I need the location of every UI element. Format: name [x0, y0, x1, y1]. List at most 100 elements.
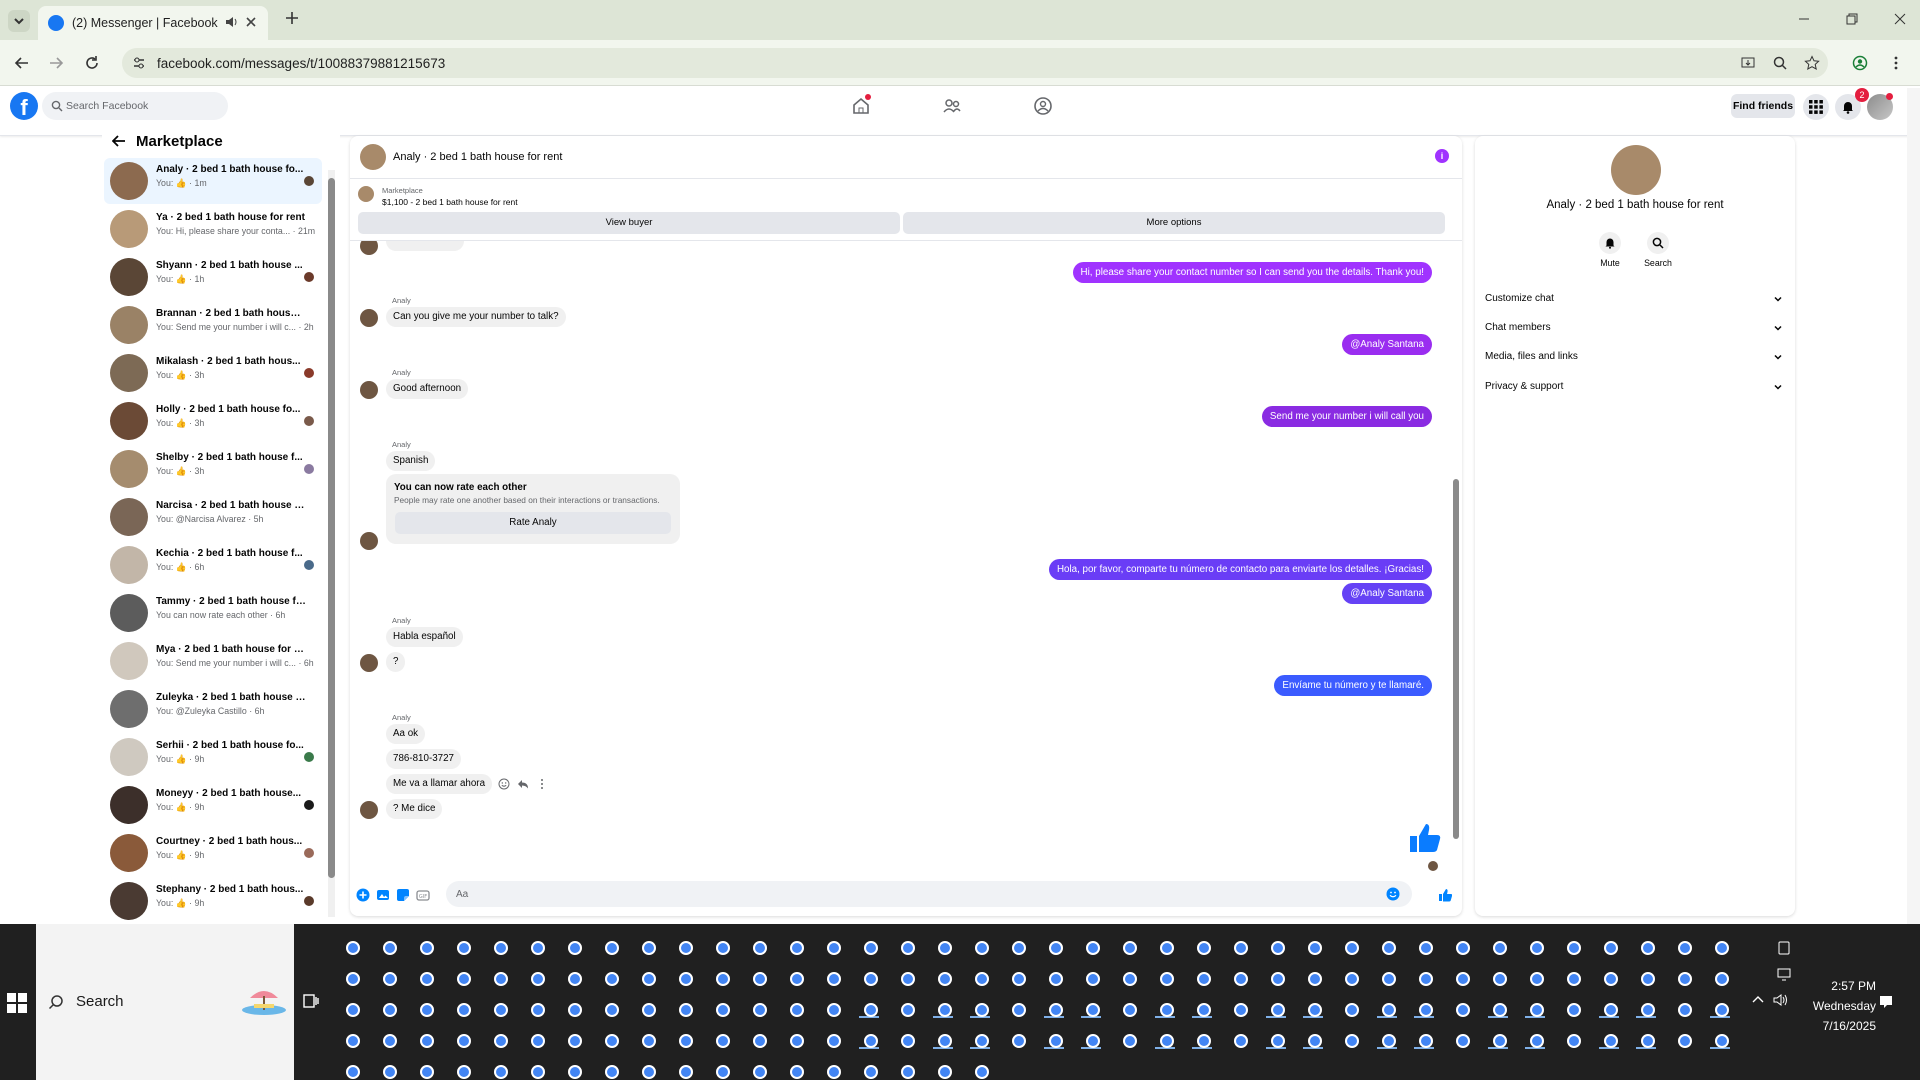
chrome-taskbar-icon[interactable] — [1451, 998, 1471, 1018]
chrome-taskbar-icon[interactable] — [1451, 936, 1471, 956]
chrome-taskbar-icon[interactable] — [1488, 936, 1508, 956]
chrome-taskbar-icon[interactable] — [970, 1029, 990, 1049]
chrome-taskbar-icon[interactable] — [378, 998, 398, 1018]
conversation-item[interactable]: Tammy · 2 bed 1 bath house for... You can… — [104, 590, 322, 636]
reload-icon[interactable] — [84, 55, 100, 71]
chrome-taskbar-icon[interactable] — [415, 936, 435, 956]
close-window-icon[interactable] — [1893, 12, 1907, 26]
chrome-taskbar-icon[interactable] — [1303, 967, 1323, 987]
chrome-taskbar-icon[interactable] — [970, 998, 990, 1018]
facebook-logo[interactable]: f — [10, 92, 38, 120]
conversation-item[interactable]: Zuleyka · 2 bed 1 bath house fo... You: @… — [104, 686, 322, 732]
back-icon[interactable] — [14, 55, 30, 71]
chrome-taskbar-icon[interactable] — [452, 1060, 472, 1080]
chrome-taskbar-icon[interactable] — [674, 998, 694, 1018]
chrome-taskbar-icon[interactable] — [1525, 998, 1545, 1018]
chat-scrollbar-thumb[interactable] — [1453, 479, 1459, 839]
chrome-taskbar-icon[interactable] — [1414, 998, 1434, 1018]
chrome-taskbar-icon[interactable] — [1081, 967, 1101, 987]
chrome-taskbar-icon[interactable] — [859, 1029, 879, 1049]
chrome-taskbar-icon[interactable] — [600, 967, 620, 987]
chrome-taskbar-icon[interactable] — [1451, 1029, 1471, 1049]
chrome-taskbar-icon[interactable] — [378, 967, 398, 987]
chrome-taskbar-icon[interactable] — [822, 1029, 842, 1049]
chrome-taskbar-icon[interactable] — [378, 936, 398, 956]
chrome-taskbar-icon[interactable] — [637, 998, 657, 1018]
chrome-taskbar-icon[interactable] — [1266, 1029, 1286, 1049]
more-options-button[interactable]: More options — [903, 212, 1445, 234]
chrome-taskbar-icon[interactable] — [1266, 936, 1286, 956]
chrome-taskbar-icon[interactable] — [1044, 936, 1064, 956]
forward-icon[interactable] — [48, 55, 64, 71]
chrome-taskbar-icon[interactable] — [1044, 998, 1064, 1018]
chrome-taskbar-icon[interactable] — [859, 936, 879, 956]
chrome-taskbar-icon[interactable] — [785, 1060, 805, 1080]
chrome-taskbar-icon[interactable] — [526, 1060, 546, 1080]
chrome-taskbar-icon[interactable] — [1673, 1029, 1693, 1049]
url-field[interactable]: facebook.com/messages/t/1008837988121567… — [122, 48, 1828, 78]
chrome-taskbar-icon[interactable] — [1636, 998, 1656, 1018]
chrome-taskbar-icon[interactable] — [1377, 998, 1397, 1018]
chrome-taskbar-icon[interactable] — [1007, 998, 1027, 1018]
chrome-taskbar-icon[interactable] — [415, 998, 435, 1018]
rate-analy-button[interactable]: Rate Analy — [395, 512, 671, 534]
chrome-taskbar-icon[interactable] — [1710, 1029, 1730, 1049]
conversation-item[interactable]: Narcisa · 2 bed 1 bath house fo... You: @… — [104, 494, 322, 540]
chrome-taskbar-icon[interactable] — [563, 1060, 583, 1080]
minimize-icon[interactable] — [1797, 12, 1811, 26]
conversation-item[interactable]: Brannan · 2 bed 1 bath house f... You: Se… — [104, 302, 322, 348]
conversation-item[interactable]: Serhii · 2 bed 1 bath house fo... You: 👍 … — [104, 734, 322, 780]
view-buyer-button[interactable]: View buyer — [358, 212, 900, 234]
chrome-taskbar-icon[interactable] — [822, 936, 842, 956]
chrome-taskbar-icon[interactable] — [1340, 998, 1360, 1018]
chrome-taskbar-icon[interactable] — [1562, 967, 1582, 987]
chrome-taskbar-icon[interactable] — [1303, 998, 1323, 1018]
chrome-taskbar-icon[interactable] — [489, 1060, 509, 1080]
chrome-taskbar-icon[interactable] — [1451, 967, 1471, 987]
chrome-taskbar-icon[interactable] — [378, 1060, 398, 1080]
chrome-taskbar-icon[interactable] — [711, 1060, 731, 1080]
chrome-taskbar-icon[interactable] — [1303, 1029, 1323, 1049]
chrome-taskbar-icon[interactable] — [600, 936, 620, 956]
chrome-taskbar-icon[interactable] — [1044, 1029, 1064, 1049]
conversation-item[interactable]: Moneyy · 2 bed 1 bath house... You: 👍 · 9… — [104, 782, 322, 828]
chrome-taskbar-icon[interactable] — [1118, 998, 1138, 1018]
chrome-taskbar-icon[interactable] — [1192, 967, 1212, 987]
chrome-taskbar-icon[interactable] — [970, 1060, 990, 1080]
chat-title[interactable]: Analy · 2 bed 1 bath house for rent — [393, 151, 562, 163]
menu-button[interactable] — [1803, 94, 1829, 120]
chrome-taskbar-icon[interactable] — [1488, 967, 1508, 987]
chrome-taskbar-icon[interactable] — [600, 1029, 620, 1049]
message-input[interactable]: Aa — [446, 881, 1412, 907]
page-scrollbar[interactable] — [1907, 88, 1920, 924]
chrome-taskbar-icon[interactable] — [711, 967, 731, 987]
chrome-taskbar-icon[interactable] — [1303, 936, 1323, 956]
search-in-conversation-button[interactable]: Search — [1628, 232, 1688, 268]
privacy-support-section[interactable]: Privacy & support — [1485, 377, 1785, 399]
chevron-up-icon[interactable] — [1750, 992, 1766, 1008]
chrome-taskbar-icon[interactable] — [526, 967, 546, 987]
install-app-icon[interactable] — [1740, 55, 1756, 71]
chrome-taskbar-icon[interactable] — [1636, 1029, 1656, 1049]
chrome-taskbar-icon[interactable] — [341, 936, 361, 956]
chrome-taskbar-icon[interactable] — [1155, 967, 1175, 987]
chrome-taskbar-icon[interactable] — [1599, 967, 1619, 987]
chrome-taskbar-icon[interactable] — [452, 998, 472, 1018]
chrome-taskbar-icon[interactable] — [1488, 998, 1508, 1018]
chrome-taskbar-icon[interactable] — [711, 936, 731, 956]
chrome-taskbar-icon[interactable] — [1710, 998, 1730, 1018]
chrome-taskbar-icon[interactable] — [822, 1060, 842, 1080]
chrome-taskbar-icon[interactable] — [563, 998, 583, 1018]
chrome-taskbar-icon[interactable] — [1007, 936, 1027, 956]
taskbar-search-box[interactable]: Search — [36, 924, 294, 1080]
chrome-taskbar-icon[interactable] — [1118, 967, 1138, 987]
react-emoji-icon[interactable] — [498, 778, 510, 790]
conversation-item[interactable]: Shelby · 2 bed 1 bath house f... You: 👍 ·… — [104, 446, 322, 492]
chrome-taskbar-icon[interactable] — [1673, 998, 1693, 1018]
chrome-taskbar-icon[interactable] — [785, 998, 805, 1018]
new-tab-icon[interactable] — [284, 10, 300, 26]
chrome-taskbar-icon[interactable] — [1562, 998, 1582, 1018]
chrome-taskbar-icon[interactable] — [1710, 936, 1730, 956]
chat-members-section[interactable]: Chat members — [1485, 318, 1785, 340]
chrome-taskbar-icon[interactable] — [489, 936, 509, 956]
